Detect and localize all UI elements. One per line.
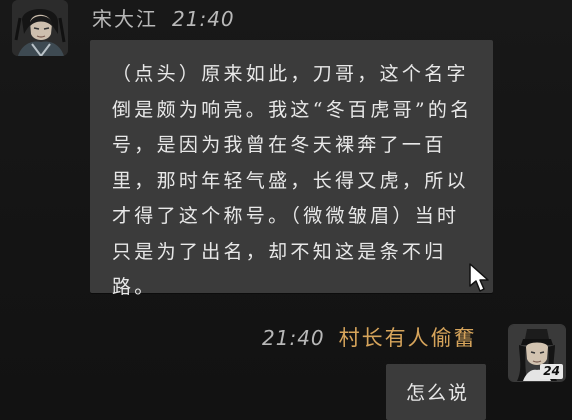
outgoing-message-text: 怎么说 — [406, 382, 470, 404]
character-portrait-icon — [12, 0, 68, 56]
incoming-timestamp: 21:40 — [172, 7, 235, 31]
player-avatar[interactable]: 24 — [508, 324, 566, 382]
outgoing-timestamp: 21:40 — [262, 326, 325, 350]
chat-panel: 宋大江 21:40 （点头）原来如此，刀哥，这个名字倒是颇为响亮。我这“冬百虎哥… — [0, 0, 572, 420]
sender-avatar[interactable] — [12, 0, 68, 56]
outgoing-message-bubble[interactable]: 怎么说 — [386, 364, 486, 420]
incoming-message-bubble[interactable]: （点头）原来如此，刀哥，这个名字倒是颇为响亮。我这“冬百虎哥”的名号，是因为我曾… — [90, 40, 493, 298]
incoming-header: 宋大江 21:40 — [92, 3, 235, 32]
outgoing-header: 21:40 村长有人偷奮 — [262, 322, 477, 352]
outgoing-sender-name[interactable]: 村长有人偷奮 — [339, 322, 477, 352]
level-badge: 24 — [540, 364, 563, 379]
incoming-message-text: （点头）原来如此，刀哥，这个名字倒是颇为响亮。我这“冬百虎哥”的名号，是因为我曾… — [112, 63, 473, 298]
mouse-cursor-icon — [469, 263, 489, 292]
incoming-sender-name[interactable]: 宋大江 — [92, 3, 158, 32]
